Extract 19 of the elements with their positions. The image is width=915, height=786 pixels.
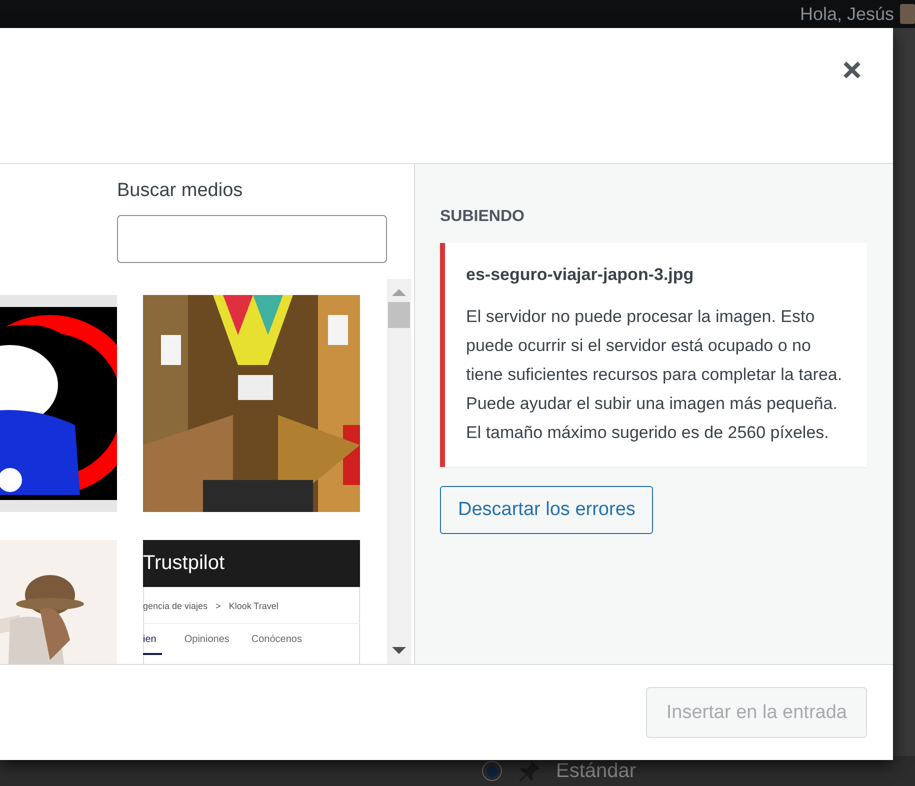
error-message: El servidor no puede procesar la imagen. Esto puede ocurrir si el servidor está ocupado o no tiene suficientes recursos para completar la tarea. Puede ayudar el subir una imagen más pequeña. El tamaño máximo sugerido es de 2560 píxeles. [466,306,844,444]
page-screenshot[interactable]: Trustpilot gencia de viajes > Klook Travel ien Opiniones Conócenos [143,540,360,664]
page-tab[interactable]: Opiniones [184,634,230,655]
close-icon[interactable] [842,60,862,80]
breadcrumb-item[interactable]: gencia de viajes [143,601,208,611]
breadcrumb-item[interactable]: Klook Travel [228,601,278,611]
search-label: Buscar medios [117,180,244,202]
dismiss-errors-button[interactable]: Descartar los errores [440,486,654,534]
scrollbar[interactable] [387,279,411,664]
page-tab[interactable]: ien [143,634,162,655]
uploading-heading: SUBIENDO [440,208,524,226]
format-label: Estándar [556,760,636,782]
radio-button[interactable] [482,761,502,781]
breadcrumb-separator: > [216,601,221,611]
user-greeting[interactable]: Hola, Jesús [800,4,894,24]
file-name: es-seguro-viajar-japon-3.jpg [466,265,695,285]
search-field[interactable] [117,215,387,263]
page-tab[interactable]: Conócenos [251,634,302,655]
site-title: Trustpilot [143,552,225,575]
